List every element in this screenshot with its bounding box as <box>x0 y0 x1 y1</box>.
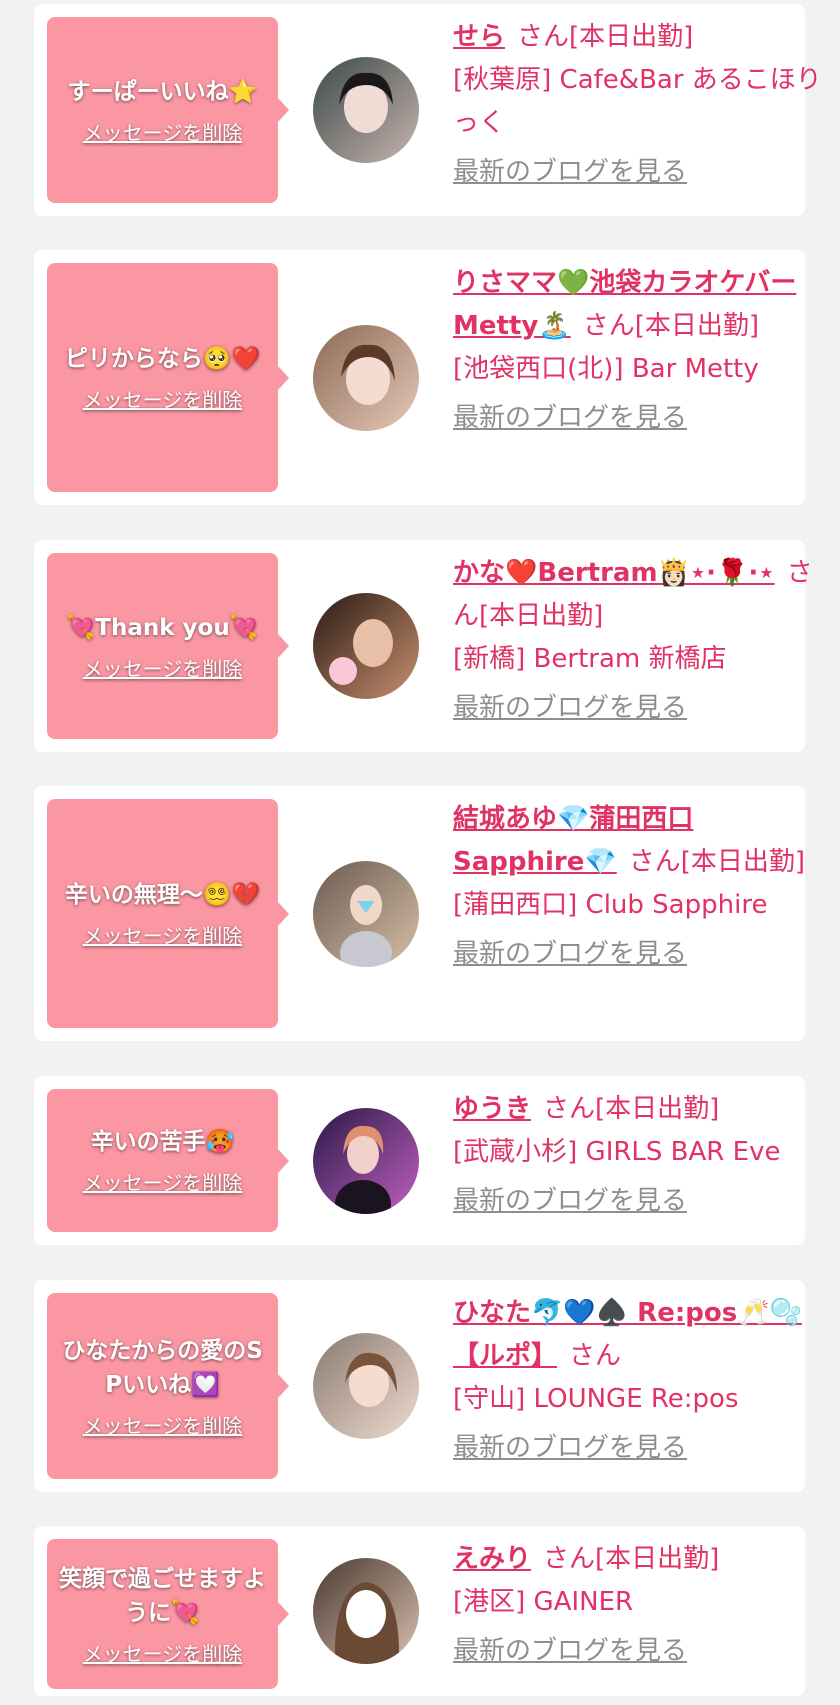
latest-blog-link[interactable]: 最新のブログを見る <box>453 933 823 976</box>
message-text: 辛いの苦手🥵 <box>90 1129 235 1155</box>
message-text: ピリからなら🥺❤️ <box>64 346 261 372</box>
message-card: ひなたからの愛のSPいいね💟 メッセージを削除 ひなた🐬💙♠️ Re:pos🥂🫧… <box>34 1280 805 1492</box>
message-list: すーぱーいいね⭐ メッセージを削除 せら さん[本日出勤] [秋葉原] Cafe&… <box>0 0 840 1705</box>
delete-message-link[interactable]: メッセージを削除 <box>83 1638 243 1667</box>
cast-status: さん[本日出勤] <box>543 1544 720 1574</box>
cast-status: さん <box>569 1341 622 1371</box>
message-card: すーぱーいいね⭐ メッセージを削除 せら さん[本日出勤] [秋葉原] Cafe&… <box>34 4 822 216</box>
cast-info: かな❤️Bertram👸🏻⋆·🌹·⋆ さん[本日出勤] [新橋] Bertram … <box>453 552 823 730</box>
avatar[interactable] <box>313 861 419 967</box>
cast-name-link[interactable]: えみり <box>453 1544 531 1574</box>
shop-name: [池袋西口(北)] Bar Metty <box>453 354 759 384</box>
cast-info: えみり さん[本日出勤] [港区] GAINER 最新のブログを見る <box>453 1538 823 1673</box>
message-text: ひなたからの愛のSPいいね💟 <box>62 1337 263 1398</box>
message-card: 辛いの無理〜😵‍💫💔 メッセージを削除 結城あゆ💎蒲田西口Sapphire💎 さん… <box>34 786 805 1041</box>
message-card: 笑顔で過ごせますように💘 メッセージを削除 えみり さん[本日出勤] [港区] G… <box>34 1526 805 1696</box>
delete-message-link[interactable]: メッセージを削除 <box>83 117 243 146</box>
delete-message-link[interactable]: メッセージを削除 <box>83 384 243 413</box>
avatar[interactable] <box>313 1333 419 1439</box>
shop-name: [守山] LOUNGE Re:pos <box>453 1384 739 1414</box>
message-bubble: 笑顔で過ごせますように💘 メッセージを削除 <box>47 1539 289 1689</box>
message-text: 笑顔で過ごせますように💘 <box>59 1565 266 1626</box>
delete-message-link[interactable]: メッセージを削除 <box>83 1167 243 1196</box>
cast-status: さん[本日出勤] <box>582 311 759 341</box>
delete-message-link[interactable]: メッセージを削除 <box>83 653 243 682</box>
latest-blog-link[interactable]: 最新のブログを見る <box>453 1180 823 1223</box>
message-bubble: 💘Thank you💘 メッセージを削除 <box>47 553 289 739</box>
cast-status: さん[本日出勤] <box>543 1094 720 1124</box>
cast-status: さん[本日出勤] <box>628 847 806 877</box>
avatar[interactable] <box>313 57 419 163</box>
delete-message-link[interactable]: メッセージを削除 <box>83 1410 243 1439</box>
avatar[interactable] <box>313 1108 419 1214</box>
latest-blog-link[interactable]: 最新のブログを見る <box>453 687 823 730</box>
message-bubble: ピリからなら🥺❤️ メッセージを削除 <box>47 263 289 492</box>
cast-info: ゆうき さん[本日出勤] [武蔵小杉] GIRLS BAR Eve 最新のブログを… <box>453 1088 823 1223</box>
message-bubble: すーぱーいいね⭐ メッセージを削除 <box>47 17 289 203</box>
avatar[interactable] <box>313 1558 419 1664</box>
delete-message-link[interactable]: メッセージを削除 <box>83 920 243 949</box>
latest-blog-link[interactable]: 最新のブログを見る <box>453 151 823 194</box>
latest-blog-link[interactable]: 最新のブログを見る <box>453 1630 823 1673</box>
message-bubble: 辛いの無理〜😵‍💫💔 メッセージを削除 <box>47 799 289 1028</box>
message-card: 辛いの苦手🥵 メッセージを削除 ゆうき さん[本日出勤] [武蔵小杉] GIRLS… <box>34 1076 805 1245</box>
avatar[interactable] <box>313 325 419 431</box>
shop-name: [港区] GAINER <box>453 1587 634 1617</box>
cast-name-link[interactable]: せら <box>453 22 505 52</box>
cast-status: さん[本日出勤] <box>517 22 694 52</box>
shop-name: [武蔵小杉] GIRLS BAR Eve <box>453 1137 781 1167</box>
message-bubble: 辛いの苦手🥵 メッセージを削除 <box>47 1089 289 1232</box>
shop-name: [秋葉原] Cafe&Bar あるこほりっく <box>453 65 822 138</box>
cast-name-link[interactable]: かな❤️Bertram👸🏻⋆·🌹·⋆ <box>453 558 775 588</box>
latest-blog-link[interactable]: 最新のブログを見る <box>453 1427 823 1470</box>
shop-name: [蒲田西口] Club Sapphire <box>453 890 768 920</box>
cast-name-link[interactable]: ゆうき <box>453 1094 531 1124</box>
cast-info: せら さん[本日出勤] [秋葉原] Cafe&Bar あるこほりっく 最新のブログ… <box>453 16 823 194</box>
cast-name-link[interactable]: ひなた🐬💙♠️ Re:pos🥂🫧【ルポ】 <box>453 1298 802 1371</box>
message-card: 💘Thank you💘 メッセージを削除 かな❤️Bertram👸🏻⋆·🌹·⋆ さ… <box>34 540 813 752</box>
message-bubble: ひなたからの愛のSPいいね💟 メッセージを削除 <box>47 1293 289 1479</box>
message-text: すーぱーいいね⭐ <box>67 78 258 105</box>
message-text: 辛いの無理〜😵‍💫💔 <box>64 882 261 908</box>
cast-info: ひなた🐬💙♠️ Re:pos🥂🫧【ルポ】 さん [守山] LOUNGE Re:po… <box>453 1292 823 1470</box>
avatar[interactable] <box>313 593 419 699</box>
latest-blog-link[interactable]: 最新のブログを見る <box>453 397 823 440</box>
cast-info: 結城あゆ💎蒲田西口Sapphire💎 さん[本日出勤] [蒲田西口] Club S… <box>453 798 823 976</box>
message-card: ピリからなら🥺❤️ メッセージを削除 りさママ💚池袋カラオケバーMetty🏝️ さ… <box>34 250 805 505</box>
shop-name: [新橋] Bertram 新橋店 <box>453 644 727 674</box>
message-text: 💘Thank you💘 <box>66 614 259 641</box>
cast-info: りさママ💚池袋カラオケバーMetty🏝️ さん[本日出勤] [池袋西口(北)] B… <box>453 262 823 440</box>
